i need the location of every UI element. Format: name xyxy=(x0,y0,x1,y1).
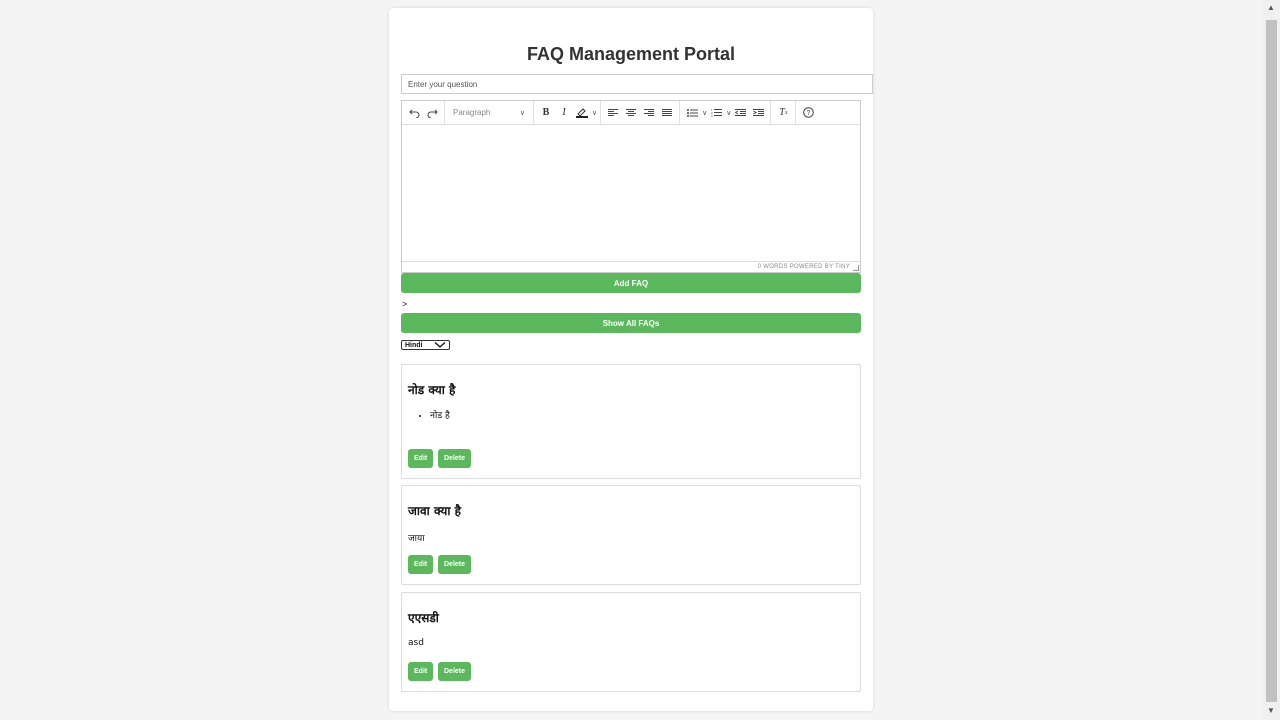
chevron-down-icon xyxy=(434,342,446,348)
faq-answer-list: नोड है xyxy=(414,409,460,423)
chevron-down-icon[interactable]: ∨ xyxy=(702,109,707,117)
faq-answer: जाया xyxy=(408,534,425,544)
faq-item: एएसडी asd Edit Delete xyxy=(401,592,861,692)
chevron-down-icon: ∨ xyxy=(519,109,525,117)
add-faq-button[interactable]: Add FAQ xyxy=(401,273,861,293)
scroll-up-icon[interactable]: ▲ xyxy=(1267,3,1275,12)
stray-text: > xyxy=(402,299,408,309)
delete-button[interactable]: Delete xyxy=(438,662,472,681)
text-color-icon[interactable] xyxy=(574,104,590,122)
numbered-list-icon[interactable]: 123 xyxy=(708,104,724,122)
edit-button[interactable]: Edit xyxy=(408,555,434,574)
editor-statusbar: 0 WORDS POWERED BY TINY xyxy=(402,261,860,272)
svg-text:3: 3 xyxy=(711,114,713,117)
outdent-icon[interactable] xyxy=(732,104,748,122)
delete-button[interactable]: Delete xyxy=(438,449,472,468)
clear-formatting-icon[interactable]: Tx xyxy=(775,104,791,122)
align-right-icon[interactable] xyxy=(641,104,657,122)
faq-answer: asd xyxy=(408,638,424,648)
rich-text-editor: Paragraph ∨ B I ∨ ∨ 1 2 3 ∨ T x ? 0 WORD… xyxy=(401,100,861,273)
delete-button[interactable]: Delete xyxy=(438,555,472,574)
scroll-down-icon[interactable]: ▼ xyxy=(1267,706,1275,715)
language-select[interactable]: Hindi xyxy=(401,340,450,350)
faq-item: जावा क्या है जाया Edit Delete xyxy=(401,485,861,585)
edit-button[interactable]: Edit xyxy=(408,662,434,681)
help-icon[interactable]: ? xyxy=(800,104,816,122)
page-scrollbar[interactable]: ▲ ▼ xyxy=(1263,0,1280,720)
block-format-label: Paragraph xyxy=(453,108,491,117)
chevron-down-icon[interactable]: ∨ xyxy=(592,109,597,117)
block-format-select[interactable]: Paragraph ∨ xyxy=(449,104,529,122)
question-input[interactable] xyxy=(401,74,873,94)
faq-item: नोड क्या है नोड है Edit Delete xyxy=(401,364,861,479)
svg-text:?: ? xyxy=(806,110,810,117)
show-all-faqs-button[interactable]: Show All FAQs xyxy=(401,313,861,333)
faq-question: जावा क्या है xyxy=(408,504,462,518)
faq-question: एएसडी xyxy=(408,611,439,625)
bullet-list-icon[interactable] xyxy=(684,104,700,122)
edit-button[interactable]: Edit xyxy=(408,449,434,468)
redo-icon[interactable] xyxy=(424,104,440,122)
align-justify-icon[interactable] xyxy=(659,104,675,122)
align-center-icon[interactable] xyxy=(623,104,639,122)
indent-icon[interactable] xyxy=(750,104,766,122)
align-left-icon[interactable] xyxy=(605,104,621,122)
chevron-down-icon[interactable]: ∨ xyxy=(726,109,731,117)
undo-icon[interactable] xyxy=(406,104,422,122)
scrollbar-thumb[interactable] xyxy=(1266,20,1277,702)
editor-content-area[interactable] xyxy=(402,125,860,264)
bold-icon[interactable]: B xyxy=(538,104,554,122)
page-title: FAQ Management Portal xyxy=(526,44,736,64)
faq-portal-card: FAQ Management Portal Paragraph ∨ B I xyxy=(389,8,873,711)
italic-icon[interactable]: I xyxy=(556,104,572,122)
faq-answer-item: नोड है xyxy=(430,409,460,423)
resize-handle-icon[interactable] xyxy=(853,265,859,271)
faq-question: नोड क्या है xyxy=(408,383,456,397)
editor-toolbar: Paragraph ∨ B I ∨ ∨ 1 2 3 ∨ T x ? xyxy=(402,101,860,125)
language-select-value: Hindi xyxy=(405,341,423,349)
